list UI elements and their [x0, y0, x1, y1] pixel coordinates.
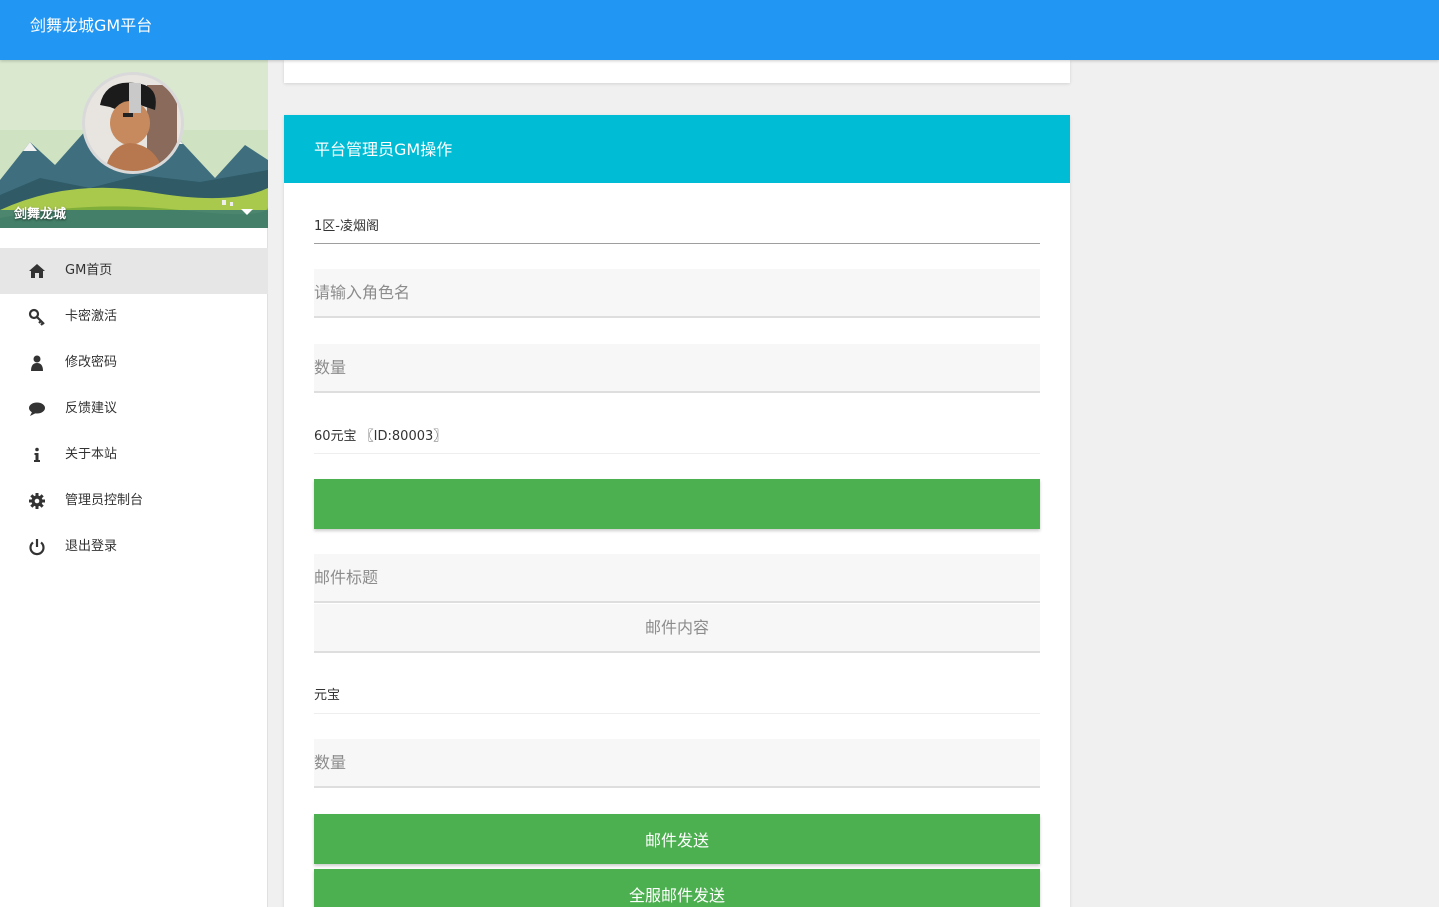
sidebar-menu: GM首页 卡密激活 修改密码 反馈建议 关于本站 管理员控制台 退出登录	[0, 248, 268, 570]
sidebar-item-label: 反馈建议	[65, 401, 118, 416]
user-icon	[31, 355, 43, 371]
attachment-select-value: 元宝	[314, 688, 341, 703]
caret-down-icon[interactable]	[241, 209, 253, 215]
sidebar-item-gm-home[interactable]: GM首页	[0, 248, 268, 294]
mail-title-input[interactable]	[314, 554, 1040, 603]
role-name-input[interactable]	[314, 269, 1040, 318]
attachment-select[interactable]: 元宝	[314, 680, 1040, 714]
gm-operation-card: 平台管理员GM操作 1区-凌烟阁 60元宝 〖ID:80003〗 元宝 邮件发送…	[284, 115, 1070, 907]
anime-avatar-icon	[85, 75, 181, 171]
sidebar-item-label: 退出登录	[65, 539, 118, 554]
top-app-bar: 剑舞龙城GM平台	[0, 0, 1439, 60]
sidebar-item-label: 卡密激活	[65, 309, 118, 324]
gear-icon	[29, 493, 45, 509]
avatar[interactable]	[82, 72, 184, 174]
send-mail-label: 邮件发送	[644, 831, 709, 850]
card-header: 平台管理员GM操作	[284, 115, 1070, 183]
profile-banner: 剑舞龙城	[0, 60, 268, 228]
sidebar-item-admin-console[interactable]: 管理员控制台	[0, 478, 268, 524]
server-select[interactable]: 1区-凌烟阁	[314, 211, 1040, 244]
item-select-value: 60元宝 〖ID:80003〗	[314, 429, 447, 444]
profile-name: 剑舞龙城	[14, 207, 67, 222]
sidebar-item-card-activation[interactable]: 卡密激活	[0, 294, 268, 340]
sidebar-item-change-password[interactable]: 修改密码	[0, 340, 268, 386]
item-select[interactable]: 60元宝 〖ID:80003〗	[314, 421, 1040, 454]
sidebar-item-label: GM首页	[65, 263, 113, 278]
sidebar-item-label: 关于本站	[65, 447, 118, 462]
app-title: 剑舞龙城GM平台	[30, 16, 153, 35]
send-all-mail-label: 全服邮件发送	[628, 886, 725, 905]
quantity-input[interactable]	[314, 344, 1040, 393]
previous-card	[284, 60, 1070, 83]
key-icon	[28, 308, 45, 326]
sidebar: 剑舞龙城 GM首页 卡密激活 修改密码 反馈建议 关于本站 管理员控制台 退出登…	[0, 60, 268, 907]
sidebar-item-label: 管理员控制台	[65, 493, 144, 508]
sidebar-item-label: 修改密码	[65, 355, 118, 370]
send-all-mail-button[interactable]: 全服邮件发送	[314, 869, 1040, 907]
item-send-button[interactable]	[314, 479, 1040, 529]
comment-icon	[29, 402, 45, 416]
sidebar-item-feedback[interactable]: 反馈建议	[0, 386, 268, 432]
info-icon	[34, 447, 40, 462]
send-mail-button[interactable]: 邮件发送	[314, 814, 1040, 864]
sidebar-item-logout[interactable]: 退出登录	[0, 524, 268, 570]
home-icon	[29, 264, 45, 278]
card-title: 平台管理员GM操作	[314, 140, 453, 159]
power-icon	[29, 539, 45, 556]
attachment-quantity-input[interactable]	[314, 739, 1040, 788]
server-select-value: 1区-凌烟阁	[314, 219, 379, 234]
mail-content-input[interactable]	[314, 604, 1040, 653]
sidebar-item-about[interactable]: 关于本站	[0, 432, 268, 478]
